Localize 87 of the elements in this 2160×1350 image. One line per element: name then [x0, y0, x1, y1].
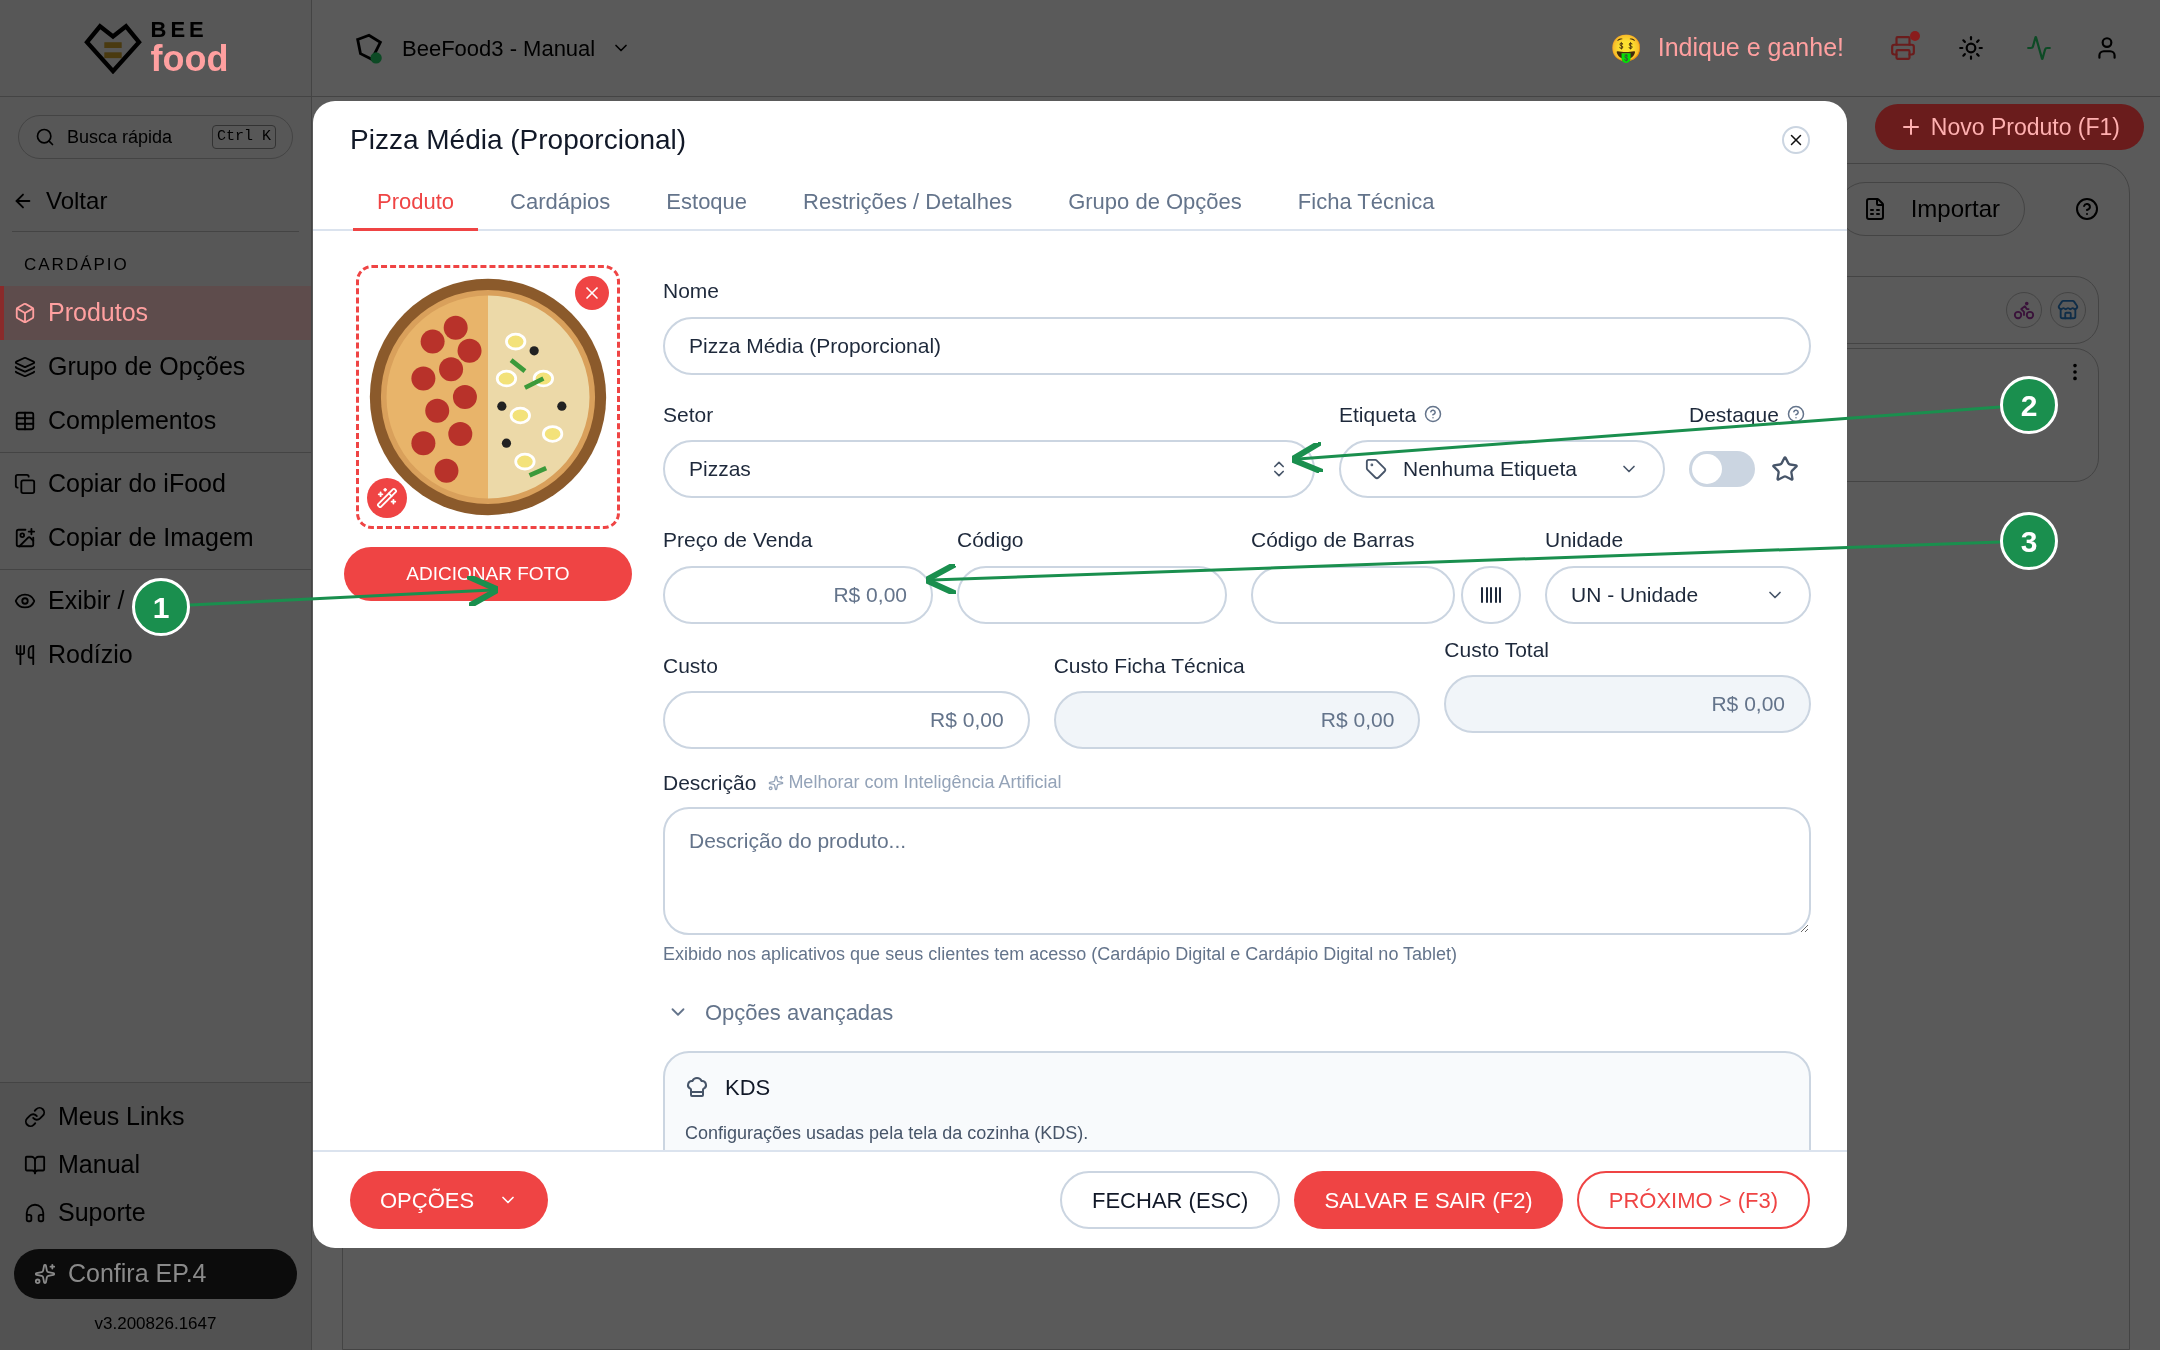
tag-select[interactable]: Nenhuma Etiqueta: [1339, 440, 1665, 498]
footer-link[interactable]: Suporte: [0, 1188, 146, 1237]
field-label: Setor: [663, 401, 715, 428]
back-link[interactable]: Voltar: [12, 183, 299, 232]
headphones-icon: [24, 1201, 46, 1224]
callout-badge: 3: [2000, 512, 2058, 570]
field-label: Custo Ficha Técnica: [1053, 652, 1246, 679]
help-icon[interactable]: [1424, 405, 1443, 424]
tab[interactable]: Restrições / Detalhes: [779, 185, 1037, 231]
shortcut-key: Ctrl K: [212, 124, 276, 150]
field-label: Custo: [663, 652, 719, 679]
nav-item[interactable]: Complementos: [0, 393, 221, 448]
layers-icon: [14, 355, 36, 378]
image-plus-icon: [14, 526, 36, 549]
nav-item[interactable]: Grupo de Opções: [0, 339, 250, 394]
input-field[interactable]: [1251, 565, 1455, 624]
magic-wand-icon: [376, 487, 398, 509]
workspace-selector[interactable]: BeeFood3 - Manual: [402, 31, 596, 65]
footer-link[interactable]: Manual: [0, 1140, 140, 1189]
callout-badge: 2: [2000, 376, 2058, 434]
footer-button[interactable]: FECHAR (ESC): [1060, 1171, 1281, 1229]
promo-button[interactable]: Confira EP.4: [14, 1248, 297, 1299]
tag-icon: [1365, 458, 1387, 480]
ai-improve-link[interactable]: Melhorar com Inteligência Artificial: [768, 769, 1062, 797]
activity-icon[interactable]: [2026, 35, 2052, 61]
nav-item[interactable]: Exibir /: [0, 573, 129, 628]
help-text: Exibido nos aplicativos que seus clientes tem acesso (Cardápio Digital e Cardápio Digital no Tablet): [663, 942, 1459, 966]
close-button[interactable]: [1782, 126, 1810, 154]
help-icon[interactable]: [1786, 405, 1805, 424]
book-icon: [24, 1153, 46, 1176]
utensils-icon: [14, 643, 36, 666]
tab[interactable]: Ficha Técnica: [1273, 185, 1459, 231]
footer-button[interactable]: PRÓXIMO > (F3): [1576, 1171, 1810, 1229]
description-field[interactable]: Descrição do produto...: [663, 806, 1811, 935]
cube-icon: [14, 301, 36, 324]
field-label: Preço de Venda: [663, 527, 814, 553]
sparkles-icon: [34, 1262, 56, 1285]
input-field[interactable]: R$ 0,00: [663, 565, 933, 624]
field-label: Código de Barras: [1251, 527, 1416, 553]
referral-link[interactable]: Indique e ganhe!: [1657, 29, 1844, 67]
tab[interactable]: Cardápios: [486, 185, 635, 231]
field-label: Código: [957, 527, 1025, 553]
dialog-title: Pizza Média (Proporcional): [350, 123, 687, 157]
input-field[interactable]: Pizzas: [663, 440, 1315, 498]
sun-icon[interactable]: [1958, 35, 1984, 61]
toggle-switch[interactable]: [1689, 451, 1755, 487]
field-label: Custo Total: [1444, 636, 1550, 663]
nav-item[interactable]: Copiar de Imagem: [0, 510, 258, 565]
help-icon[interactable]: [2075, 197, 2099, 221]
tab[interactable]: Grupo de Opções: [1044, 185, 1266, 231]
options-button[interactable]: OPÇÕES: [350, 1171, 549, 1229]
star-icon[interactable]: [1771, 455, 1799, 483]
kds-description: Configurações usadas pela tela da cozinha (KDS).: [685, 1121, 1090, 1145]
bee-logo-icon: [82, 22, 143, 74]
advanced-options-toggle[interactable]: Opções avançadas: [663, 995, 894, 1029]
tab[interactable]: Produto: [353, 185, 479, 231]
section-heading: CARDÁPIO: [24, 254, 130, 276]
input-field[interactable]: R$ 0,00: [663, 691, 1030, 749]
version-text: v3.200826.1647: [94, 1312, 217, 1335]
new-product-button[interactable]: Novo Produto (F1): [1874, 104, 2144, 150]
field-label: Descrição: [663, 770, 757, 796]
logo-text: BEE: [150, 19, 209, 41]
nav-item[interactable]: Produtos: [0, 285, 311, 340]
nav-item[interactable]: Copiar do iFood: [0, 456, 230, 511]
money-face-emoji: 🤑: [1609, 31, 1642, 65]
footer-link[interactable]: Meus Links: [0, 1092, 185, 1141]
search-icon: [35, 127, 55, 147]
add-photo-button[interactable]: ADICIONAR FOTO: [344, 547, 632, 601]
input-field[interactable]: [957, 565, 1227, 624]
logo-text: food: [150, 41, 229, 77]
chef-hat-icon: [685, 1075, 709, 1099]
footer-button[interactable]: SALVAR E SAIR (F2): [1294, 1171, 1563, 1229]
field-label: Unidade: [1545, 527, 1625, 553]
link-icon: [24, 1105, 46, 1128]
kds-title: KDS: [725, 1073, 771, 1102]
magic-edit-button[interactable]: [367, 478, 407, 518]
copy-icon: [14, 472, 36, 495]
field-label: Destaque: [1689, 401, 1779, 428]
input-field[interactable]: Pizza Média (Proporcional): [663, 316, 1811, 375]
sparkles-icon: [768, 774, 785, 791]
input-field[interactable]: UN - Unidade: [1545, 565, 1811, 624]
field-label: Nome: [663, 278, 721, 304]
grid-icon: [14, 409, 36, 432]
tab[interactable]: Estoque: [642, 185, 772, 231]
field-label: Etiqueta: [1339, 401, 1417, 428]
remove-photo-button[interactable]: [575, 276, 609, 310]
barcode-button[interactable]: [1461, 565, 1521, 624]
